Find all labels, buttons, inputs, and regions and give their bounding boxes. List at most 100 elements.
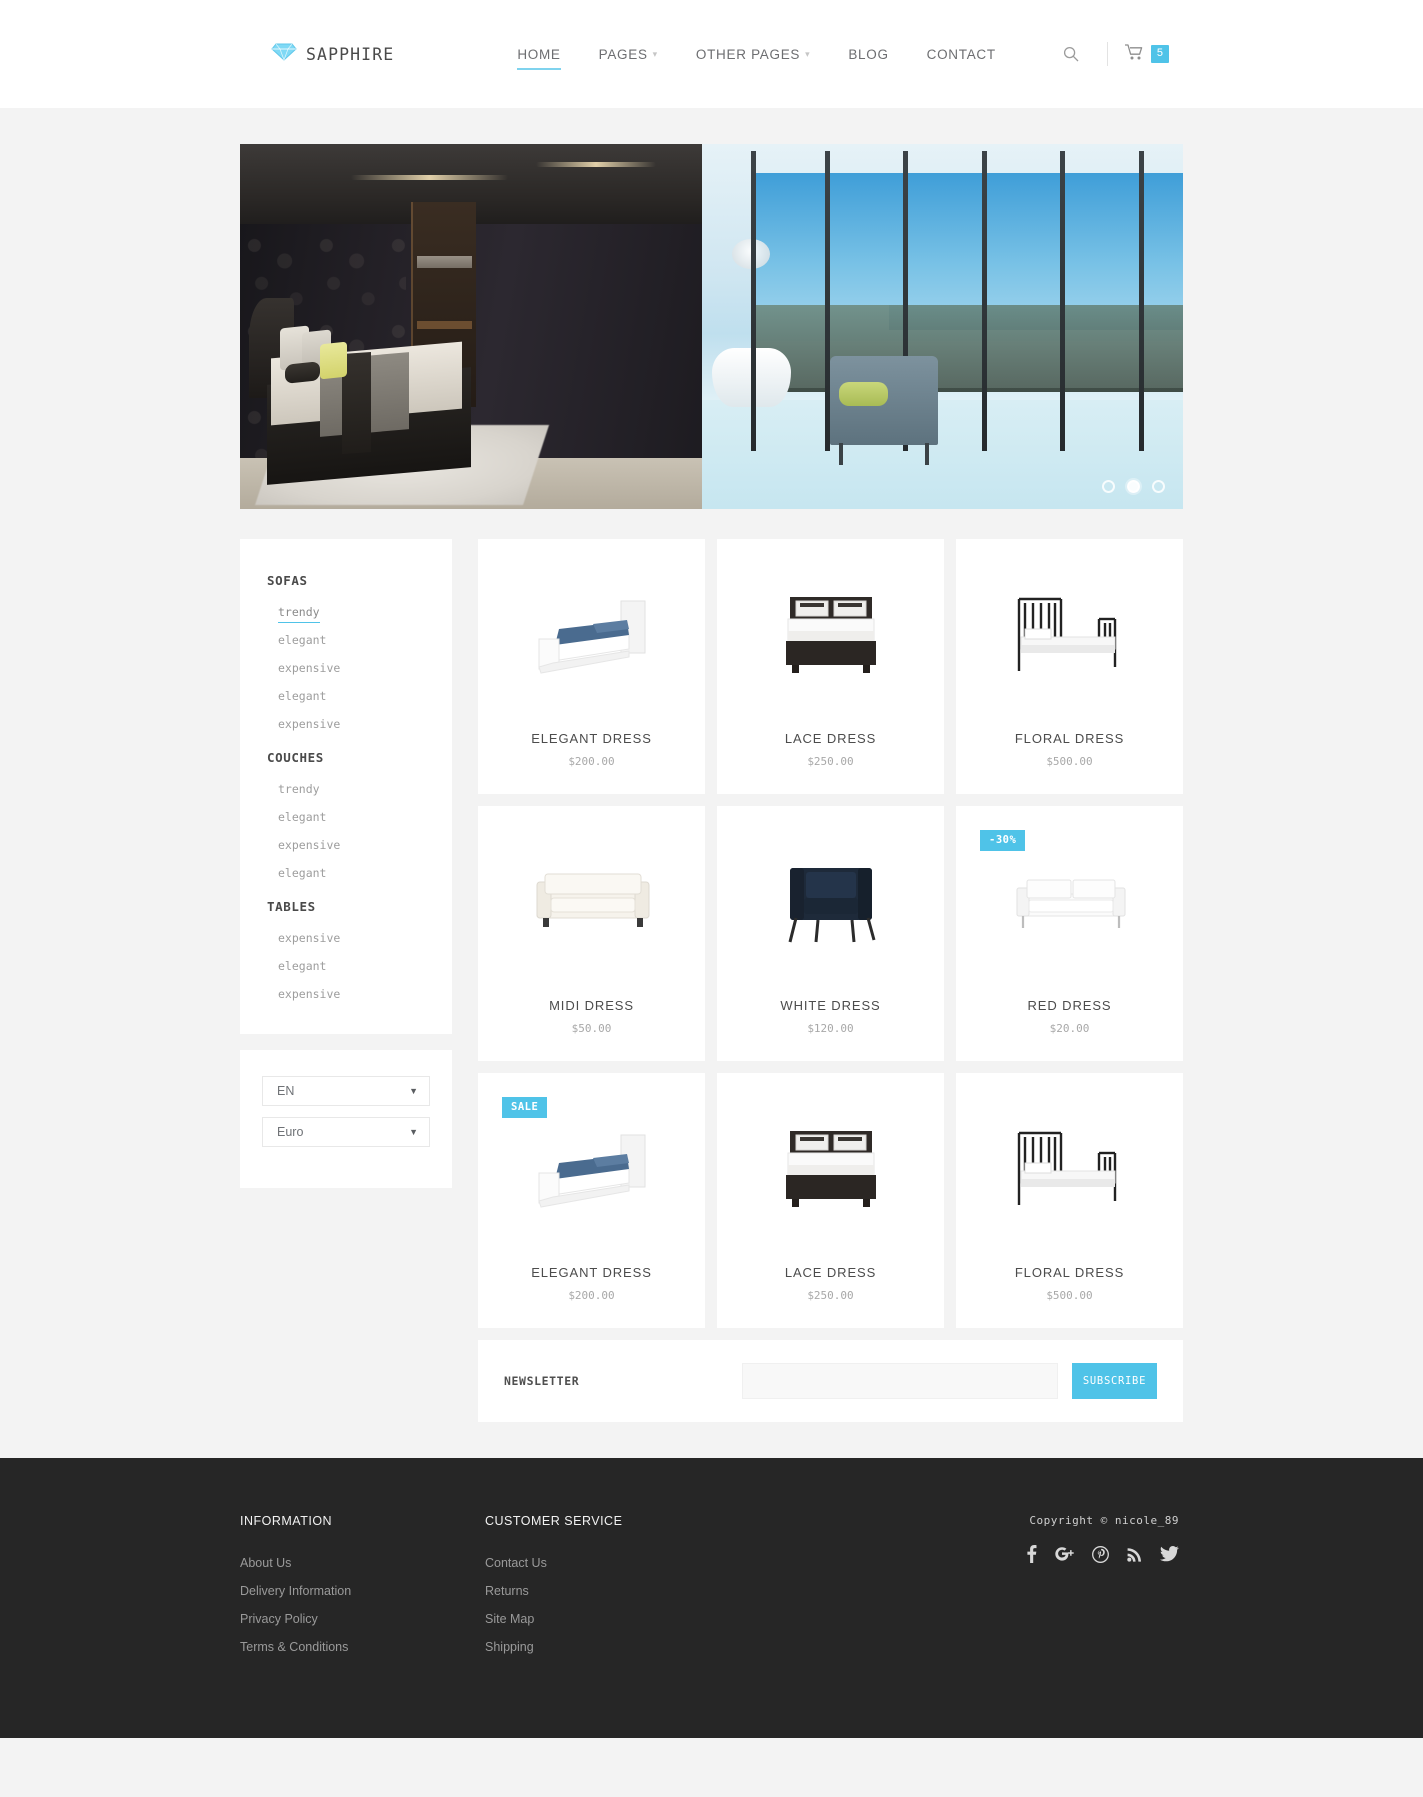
newsletter-email-input[interactable] — [742, 1363, 1058, 1399]
product-card[interactable]: FLORAL DRESS $500.00 — [956, 539, 1183, 794]
newsletter-section: NEWSLETTER SUBSCRIBE — [478, 1340, 1183, 1422]
language-select-value: EN — [277, 1084, 295, 1098]
product-image-black-metal-bed — [956, 539, 1183, 731]
nav-item-pages[interactable]: PAGES ▾ — [580, 37, 677, 72]
toolbar-divider — [1106, 42, 1108, 66]
currency-select[interactable]: Euro ▼ — [262, 1117, 430, 1147]
nav-item-contact[interactable]: CONTACT — [908, 37, 1015, 72]
category-link[interactable]: trendy — [240, 598, 452, 626]
category-link[interactable]: expensive — [240, 710, 452, 738]
cart-count-badge: 5 — [1150, 45, 1169, 63]
footer-column-title: CUSTOMER SERVICE — [485, 1514, 623, 1528]
product-title: LACE DRESS — [784, 731, 877, 746]
site-logo[interactable]: SAPPHIRE — [271, 43, 394, 66]
chevron-down-icon: ▾ — [652, 48, 658, 59]
product-image-cream-sofa — [478, 806, 705, 998]
product-price: $250.00 — [807, 1289, 854, 1302]
product-card[interactable]: FLORAL DRESS $500.00 — [956, 1073, 1183, 1328]
currency-select-value: Euro — [277, 1125, 304, 1139]
sale-badge: SALE — [502, 1097, 548, 1118]
page-root: SAPPHIRE HOME PAGES ▾ OTHER PAGES ▾ BLOG C… — [0, 0, 1423, 1738]
footer-link[interactable]: Contact Us — [485, 1556, 730, 1570]
product-title: ELEGANT DRESS — [531, 1265, 652, 1280]
footer-right: Copyright © nicole_89 — [1026, 1514, 1183, 1668]
nav-label: OTHER PAGES — [695, 46, 801, 62]
footer-link[interactable]: Delivery Information — [240, 1584, 485, 1598]
product-card[interactable]: WHITE DRESS $120.00 — [717, 806, 944, 1061]
chevron-down-icon: ▼ — [409, 1086, 418, 1096]
nav-item-other-pages[interactable]: OTHER PAGES ▾ — [677, 37, 829, 72]
product-price: $500.00 — [1046, 755, 1093, 768]
footer-column-information: INFORMATION About Us Delivery Informatio… — [240, 1514, 485, 1668]
site-header: SAPPHIRE HOME PAGES ▾ OTHER PAGES ▾ BLOG C… — [0, 0, 1423, 108]
search-icon[interactable] — [1047, 40, 1095, 68]
product-card[interactable]: -30% RED DRESS $20.00 — [956, 806, 1183, 1061]
category-title: COUCHES — [267, 750, 324, 765]
product-image-white-single-bed — [478, 539, 705, 731]
product-image-dark-double-bed — [717, 539, 944, 731]
pinterest-icon[interactable] — [1092, 1545, 1109, 1563]
discount-badge: -30% — [980, 830, 1026, 851]
category-link[interactable]: expensive — [240, 654, 452, 682]
footer-link[interactable]: Returns — [485, 1584, 730, 1598]
carousel-dot-2[interactable] — [1127, 480, 1140, 493]
product-price: $250.00 — [807, 755, 854, 768]
product-title: MIDI DRESS — [549, 998, 634, 1013]
rss-icon[interactable] — [1127, 1545, 1142, 1563]
product-card[interactable]: LACE DRESS $250.00 — [717, 539, 944, 794]
product-image-dark-double-bed — [717, 1073, 944, 1265]
header-tools: 5 — [1047, 39, 1173, 70]
product-card[interactable]: SALE ELEGANT DRESS $200.00 — [478, 1073, 705, 1328]
category-link[interactable]: expensive — [240, 924, 452, 952]
category-link[interactable]: trendy — [240, 775, 452, 803]
product-area: ELEGANT DRESS $200.00 LACE DRESS $250.00… — [478, 539, 1183, 1422]
hero-image — [240, 144, 1183, 509]
preferences-panel: EN ▼ Euro ▼ — [240, 1050, 452, 1188]
category-link[interactable]: expensive — [240, 831, 452, 859]
category-link[interactable]: elegant — [240, 952, 452, 980]
google-plus-icon[interactable] — [1055, 1545, 1074, 1563]
language-select[interactable]: EN ▼ — [262, 1076, 430, 1106]
twitter-icon[interactable] — [1160, 1545, 1179, 1563]
category-link[interactable]: elegant — [240, 626, 452, 654]
product-title: WHITE DRESS — [780, 998, 881, 1013]
site-footer: INFORMATION About Us Delivery Informatio… — [0, 1458, 1423, 1738]
product-title: FLORAL DRESS — [1014, 731, 1125, 746]
copyright-text: Copyright © nicole_89 — [1029, 1514, 1179, 1527]
footer-link[interactable]: Site Map — [485, 1612, 730, 1626]
nav-item-blog[interactable]: BLOG — [829, 37, 907, 72]
footer-link[interactable]: Terms & Conditions — [240, 1640, 485, 1654]
cart-button[interactable]: 5 — [1120, 39, 1173, 70]
product-title: ELEGANT DRESS — [531, 731, 652, 746]
product-price: $200.00 — [568, 1289, 615, 1302]
sidebar: SOFAS trendy elegant expensive elegant e… — [240, 539, 452, 1188]
product-card[interactable]: ELEGANT DRESS $200.00 — [478, 539, 705, 794]
category-link[interactable]: elegant — [240, 803, 452, 831]
category-group-couches: COUCHES trendy elegant expensive elegant — [240, 742, 452, 887]
subscribe-button[interactable]: SUBSCRIBE — [1072, 1363, 1157, 1399]
category-group-sofas: SOFAS trendy elegant expensive elegant e… — [240, 565, 452, 738]
hero-carousel[interactable] — [240, 144, 1183, 509]
product-title: RED DRESS — [1027, 998, 1112, 1013]
product-card[interactable]: MIDI DRESS $50.00 — [478, 806, 705, 1061]
footer-link[interactable]: Shipping — [485, 1640, 730, 1654]
carousel-dot-3[interactable] — [1152, 480, 1165, 493]
nav-item-home[interactable]: HOME — [498, 37, 579, 72]
main-nav: HOME PAGES ▾ OTHER PAGES ▾ BLOG CONTACT — [498, 37, 1014, 72]
product-price: $20.00 — [1049, 1022, 1090, 1035]
carousel-dot-1[interactable] — [1102, 480, 1115, 493]
category-group-tables: TABLES expensive elegant expensive — [240, 891, 452, 1008]
product-card[interactable]: LACE DRESS $250.00 — [717, 1073, 944, 1328]
category-link[interactable]: elegant — [240, 859, 452, 887]
category-title: SOFAS — [267, 573, 308, 588]
category-link[interactable]: expensive — [240, 980, 452, 1008]
footer-link[interactable]: Privacy Policy — [240, 1612, 485, 1626]
brand-name: SAPPHIRE — [306, 44, 395, 64]
footer-link[interactable]: About Us — [240, 1556, 485, 1570]
chevron-down-icon: ▾ — [805, 48, 811, 59]
category-link[interactable]: elegant — [240, 682, 452, 710]
product-price: $500.00 — [1046, 1289, 1093, 1302]
facebook-icon[interactable] — [1026, 1545, 1037, 1563]
product-grid: ELEGANT DRESS $200.00 LACE DRESS $250.00… — [478, 539, 1183, 1328]
product-price: $120.00 — [807, 1022, 854, 1035]
